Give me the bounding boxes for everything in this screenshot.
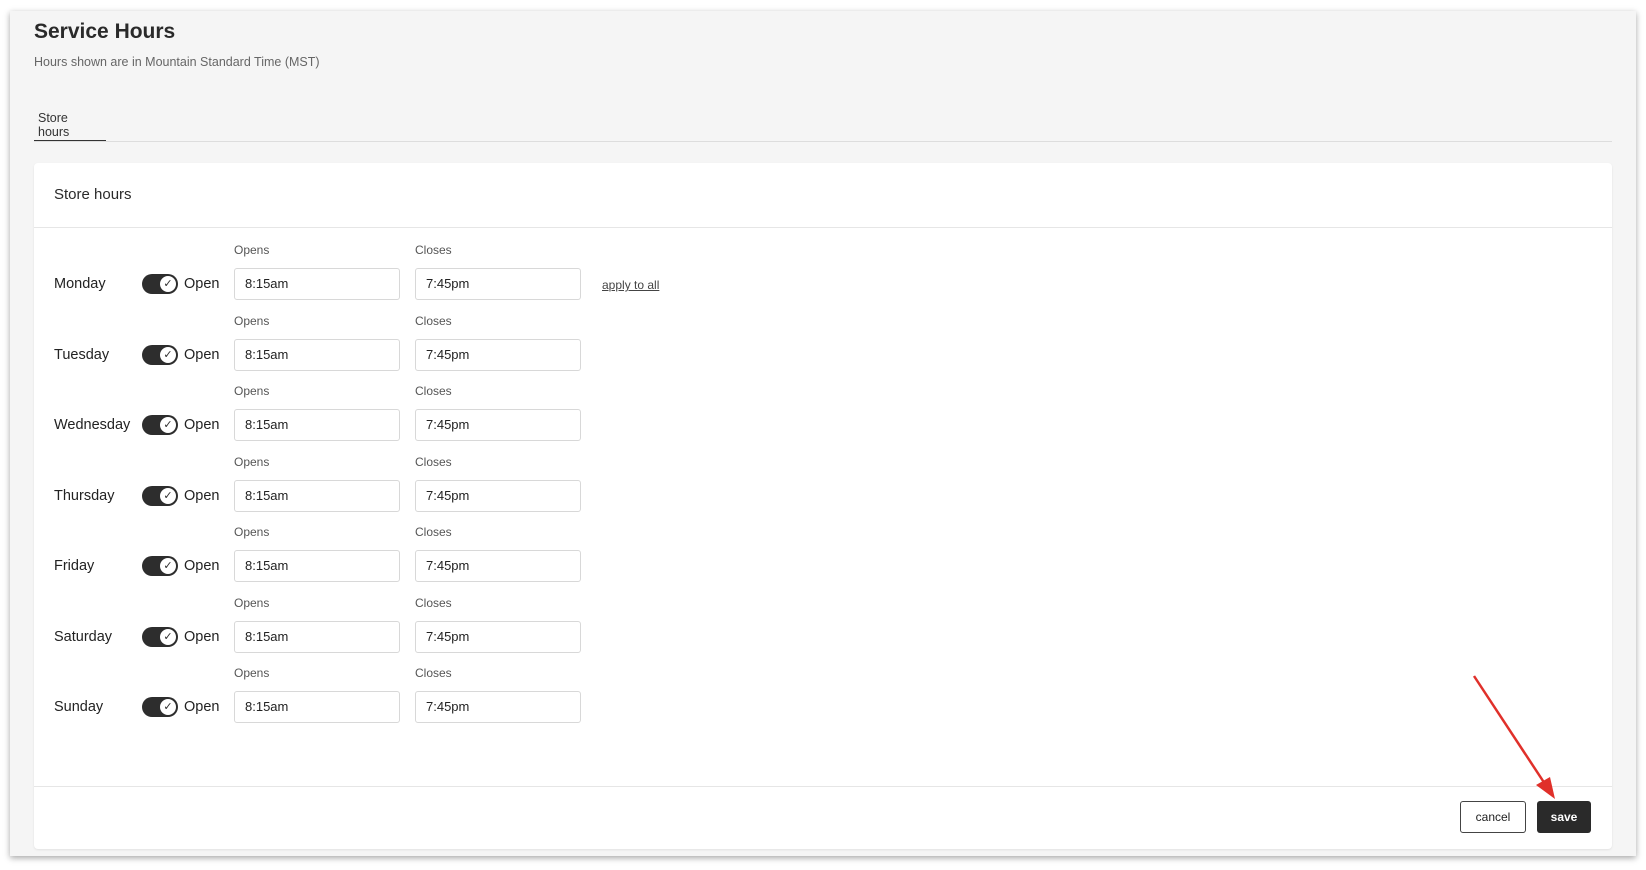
check-icon: ✓ xyxy=(160,699,176,715)
closes-time-input[interactable]: 7:45pm xyxy=(415,691,581,723)
card-footer: cancel save xyxy=(34,786,1612,850)
closes-time-input[interactable]: 7:45pm xyxy=(415,268,581,300)
open-toggle[interactable]: ✓ xyxy=(142,345,178,365)
check-icon: ✓ xyxy=(160,629,176,645)
opens-label: Opens xyxy=(234,525,270,539)
opens-time-input[interactable]: 8:15am xyxy=(234,550,400,582)
closes-label: Closes xyxy=(415,455,452,469)
page-title: Service Hours xyxy=(34,20,176,43)
page-subtitle: Hours shown are in Mountain Standard Tim… xyxy=(34,55,320,69)
closes-label: Closes xyxy=(415,596,452,610)
day-row-saturday: Saturday ✓ Open Opens Closes 8:15am 7:45… xyxy=(34,596,1612,670)
day-label: Sunday xyxy=(54,699,104,715)
day-row-thursday: Thursday ✓ Open Opens Closes 8:15am 7:45… xyxy=(34,455,1612,529)
open-toggle[interactable]: ✓ xyxy=(142,415,178,435)
check-icon: ✓ xyxy=(160,558,176,574)
closes-label: Closes xyxy=(415,243,452,257)
card-header: Store hours xyxy=(34,163,1612,228)
opens-time-input[interactable]: 8:15am xyxy=(234,409,400,441)
opens-label: Opens xyxy=(234,314,270,328)
card-title: Store hours xyxy=(54,186,132,203)
closes-time-input[interactable]: 7:45pm xyxy=(415,409,581,441)
check-icon: ✓ xyxy=(160,347,176,363)
open-toggle[interactable]: ✓ xyxy=(142,556,178,576)
day-row-tuesday: Tuesday ✓ Open Opens Closes 8:15am 7:45p… xyxy=(34,314,1612,388)
day-label: Friday xyxy=(54,558,95,574)
day-label: Monday xyxy=(54,276,106,292)
store-hours-card: Store hours Monday ✓ Open Opens Closes 8… xyxy=(34,163,1612,849)
open-status-label: Open xyxy=(184,347,220,363)
opens-label: Opens xyxy=(234,243,270,257)
closes-label: Closes xyxy=(415,525,452,539)
open-status-label: Open xyxy=(184,417,220,433)
opens-label: Opens xyxy=(234,384,270,398)
check-icon: ✓ xyxy=(160,276,176,292)
save-button[interactable]: save xyxy=(1537,801,1591,833)
open-status-label: Open xyxy=(184,629,220,645)
apply-to-all-link[interactable]: apply to all xyxy=(602,278,659,292)
day-label: Saturday xyxy=(54,629,113,645)
closes-time-input[interactable]: 7:45pm xyxy=(415,550,581,582)
closes-time-input[interactable]: 7:45pm xyxy=(415,339,581,371)
opens-label: Opens xyxy=(234,666,270,680)
open-toggle[interactable]: ✓ xyxy=(142,627,178,647)
open-status-label: Open xyxy=(184,558,220,574)
opens-time-input[interactable]: 8:15am xyxy=(234,621,400,653)
app-window: Service Hours Hours shown are in Mountai… xyxy=(10,11,1636,856)
day-row-friday: Friday ✓ Open Opens Closes 8:15am 7:45pm xyxy=(34,525,1612,599)
opens-time-input[interactable]: 8:15am xyxy=(234,339,400,371)
closes-time-input[interactable]: 7:45pm xyxy=(415,621,581,653)
opens-label: Opens xyxy=(234,596,270,610)
opens-time-input[interactable]: 8:15am xyxy=(234,268,400,300)
closes-label: Closes xyxy=(415,384,452,398)
open-status-label: Open xyxy=(184,699,220,715)
day-label: Tuesday xyxy=(54,347,110,363)
day-label: Wednesday xyxy=(54,417,131,433)
closes-time-input[interactable]: 7:45pm xyxy=(415,480,581,512)
open-status-label: Open xyxy=(184,488,220,504)
open-toggle[interactable]: ✓ xyxy=(142,486,178,506)
opens-label: Opens xyxy=(234,455,270,469)
tab-label: Store hours xyxy=(38,111,70,139)
open-status-label: Open xyxy=(184,276,220,292)
day-label: Thursday xyxy=(54,488,115,504)
check-icon: ✓ xyxy=(160,488,176,504)
opens-time-input[interactable]: 8:15am xyxy=(234,691,400,723)
check-icon: ✓ xyxy=(160,417,176,433)
cancel-button[interactable]: cancel xyxy=(1460,801,1526,833)
tab-bar-divider xyxy=(34,141,1612,142)
opens-time-input[interactable]: 8:15am xyxy=(234,480,400,512)
open-toggle[interactable]: ✓ xyxy=(142,697,178,717)
closes-label: Closes xyxy=(415,314,452,328)
day-row-wednesday: Wednesday ✓ Open Opens Closes 8:15am 7:4… xyxy=(34,384,1612,458)
tab-store-hours[interactable]: Store hours xyxy=(34,111,106,142)
closes-label: Closes xyxy=(415,666,452,680)
open-toggle[interactable]: ✓ xyxy=(142,274,178,294)
day-row-sunday: Sunday ✓ Open Opens Closes 8:15am 7:45pm xyxy=(34,666,1612,740)
day-row-monday: Monday ✓ Open Opens Closes 8:15am 7:45pm… xyxy=(34,243,1612,317)
